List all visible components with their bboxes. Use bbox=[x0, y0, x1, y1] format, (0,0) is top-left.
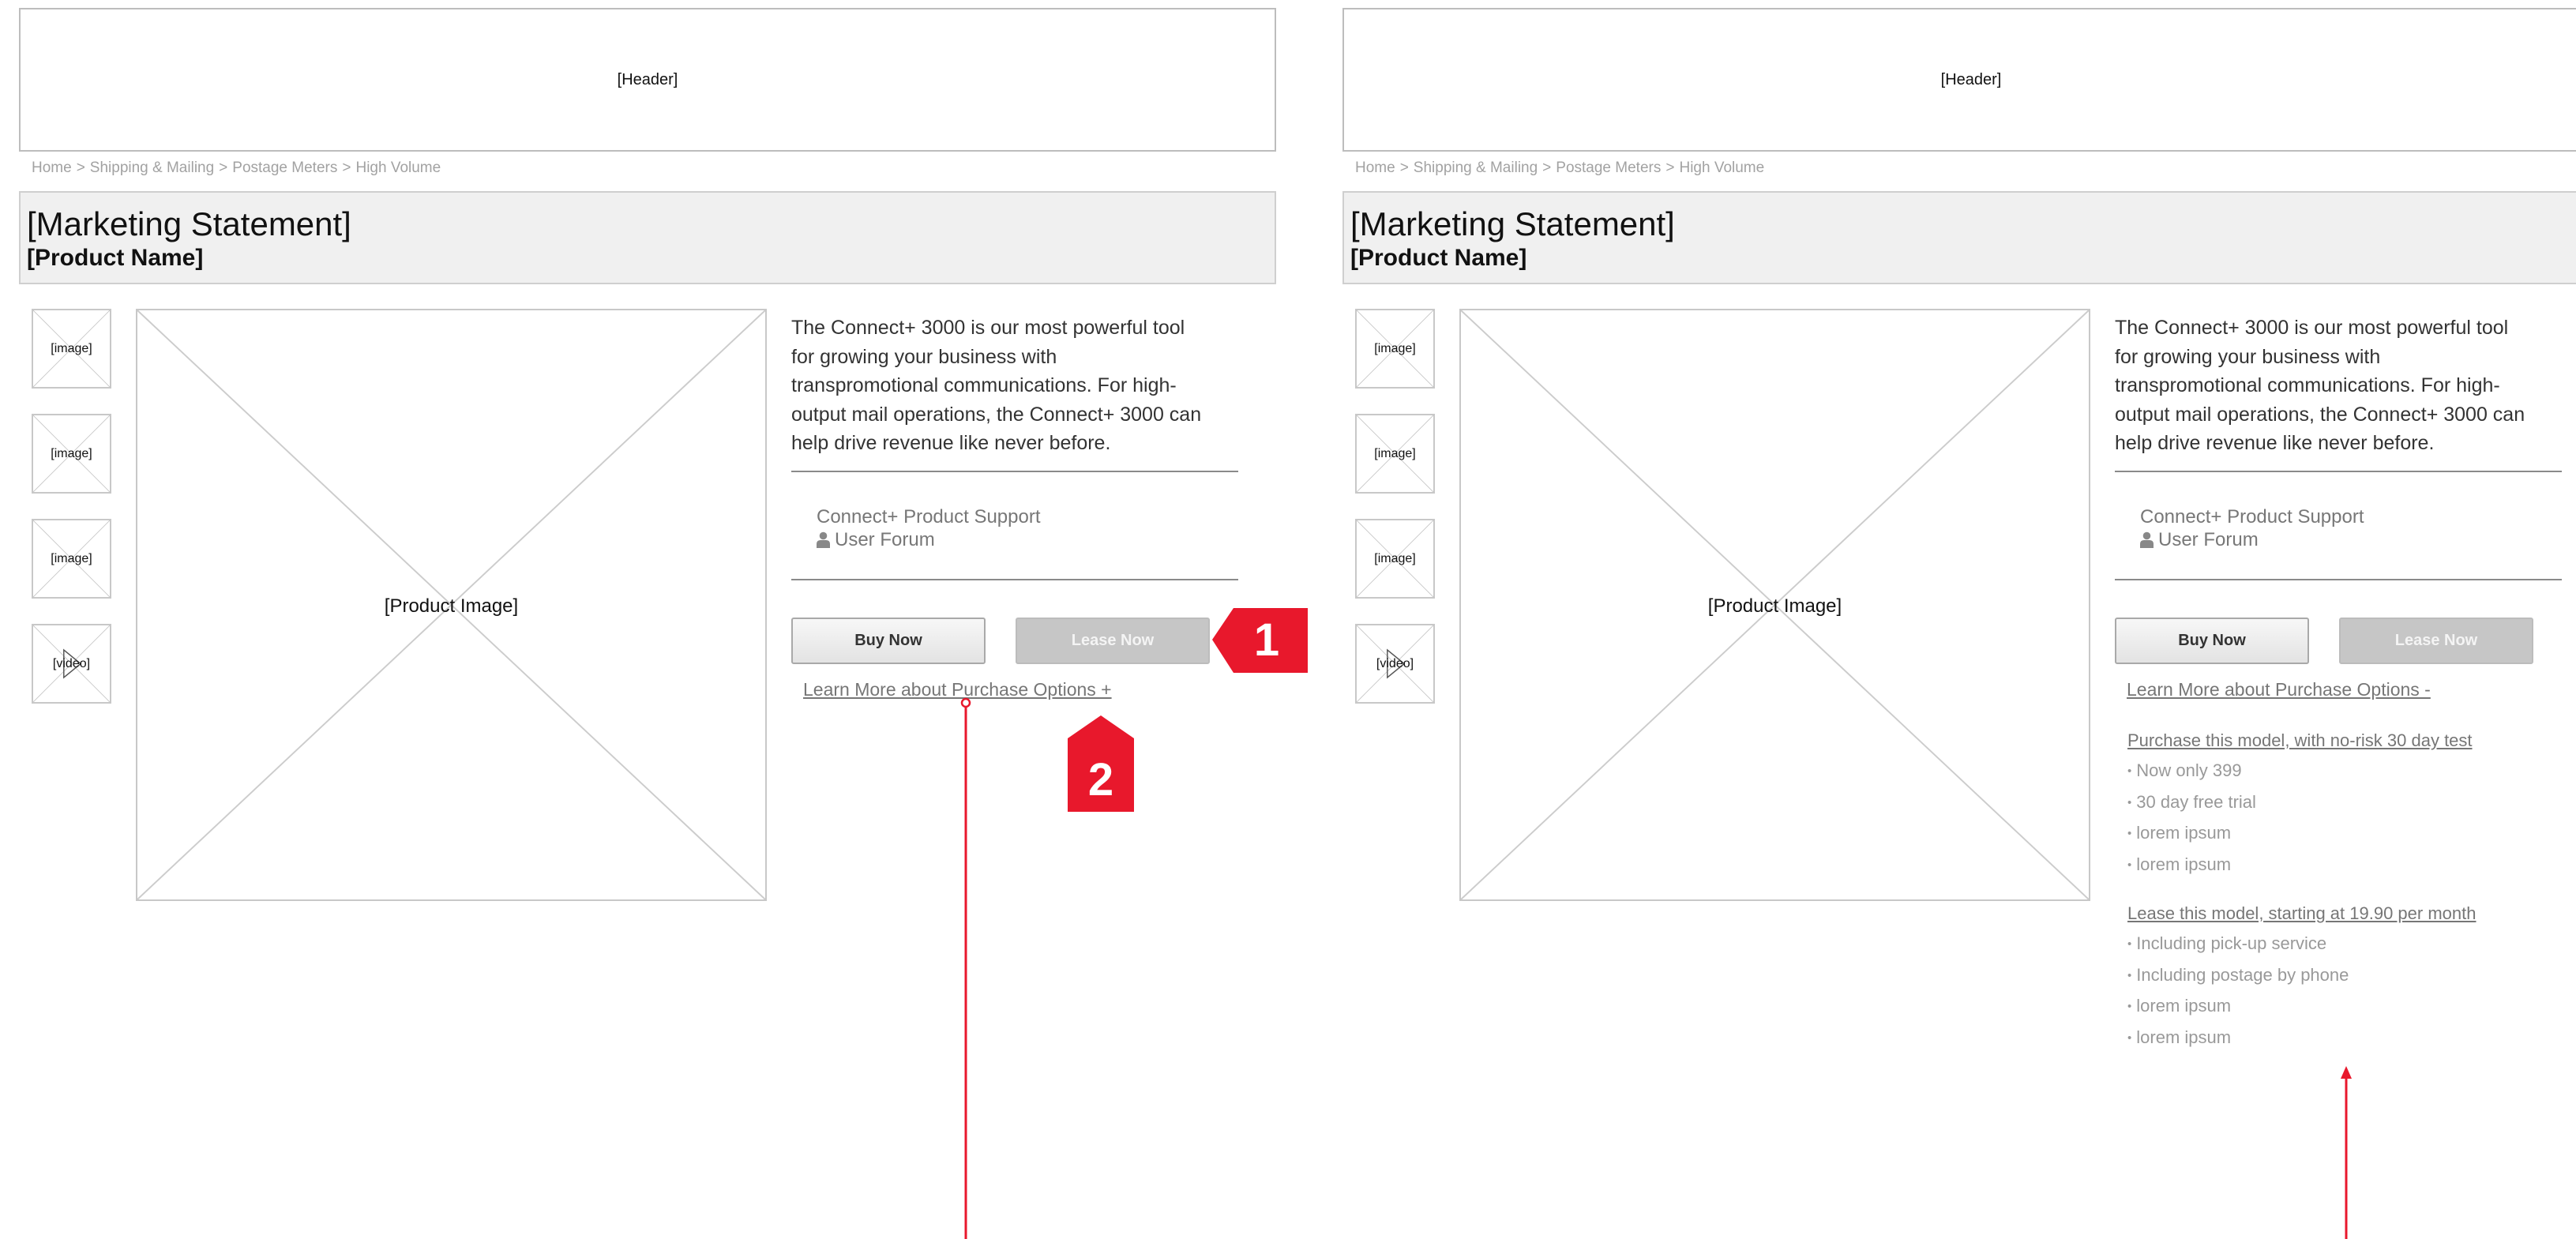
product-image: [Product Image] bbox=[1459, 309, 2090, 901]
thumbnail-label: [image] bbox=[51, 447, 92, 460]
breadcrumb-postage-meters[interactable]: Postage Meters bbox=[1556, 160, 1661, 176]
thumbnail-label: [image] bbox=[1374, 342, 1416, 355]
breadcrumb: Home > Shipping & Mailing > Postage Meters > H… bbox=[1355, 160, 1764, 177]
thumbnail-image[interactable]: [image] bbox=[32, 414, 111, 494]
thumbnail-image[interactable]: [image] bbox=[32, 519, 111, 599]
divider bbox=[791, 579, 1238, 580]
list-item: Now only 399 bbox=[2127, 757, 2256, 788]
divider bbox=[791, 471, 1238, 472]
divider bbox=[2115, 471, 2562, 472]
product-image-label: [Product Image] bbox=[384, 595, 519, 617]
list-item: lorem ipsum bbox=[2127, 992, 2349, 1023]
page-header: [Header] bbox=[19, 8, 1276, 152]
wireframe-right: [Header] Home > Shipping & Mailing > Postage… bbox=[1324, 0, 2576, 1239]
breadcrumb-separator: > bbox=[76, 160, 85, 176]
breadcrumb-home[interactable]: Home bbox=[1355, 160, 1395, 176]
list-item: lorem ipsum bbox=[2127, 1023, 2349, 1055]
breadcrumb-home[interactable]: Home bbox=[32, 160, 72, 176]
wireframe-left: [Header] Home > Shipping & Mailing > Postage… bbox=[0, 0, 1295, 1239]
learn-more-purchase-options-link[interactable]: Learn More about Purchase Options - bbox=[2127, 679, 2431, 700]
thumbnail-label: [video] bbox=[52, 657, 91, 670]
thumbnail-label: [image] bbox=[51, 552, 92, 565]
breadcrumb-postage-meters[interactable]: Postage Meters bbox=[232, 160, 337, 176]
lease-now-button[interactable]: Lease Now bbox=[1016, 618, 1210, 664]
lease-features-list: Including pick-up service Including post… bbox=[2127, 929, 2349, 1054]
thumbnail-label: [video] bbox=[1376, 657, 1414, 670]
product-image-label: [Product Image] bbox=[1707, 595, 1842, 617]
learn-more-purchase-options-link[interactable]: Learn More about Purchase Options + bbox=[803, 679, 1112, 700]
list-item: lorem ipsum bbox=[2127, 850, 2256, 882]
list-item: 30 day free trial bbox=[2127, 788, 2256, 820]
list-item: lorem ipsum bbox=[2127, 819, 2256, 850]
product-support-link[interactable]: Connect+ Product Support bbox=[817, 505, 1041, 528]
breadcrumb-separator: > bbox=[342, 160, 351, 176]
page-header: [Header] bbox=[1342, 8, 2576, 152]
product-name: [Product Name] bbox=[1350, 245, 1527, 271]
buy-now-button[interactable]: Buy Now bbox=[2115, 618, 2309, 664]
marketing-statement: [Marketing Statement] bbox=[27, 205, 351, 242]
thumbnail-label: [image] bbox=[1374, 447, 1416, 460]
thumbnail-image[interactable]: [image] bbox=[1355, 519, 1435, 599]
thumbnail-label: [image] bbox=[1374, 552, 1416, 565]
support-links: Connect+ Product Support User Forum bbox=[817, 505, 1041, 551]
breadcrumb-separator: > bbox=[219, 160, 228, 176]
breadcrumb-separator: > bbox=[1665, 160, 1675, 176]
breadcrumb-high-volume[interactable]: High Volume bbox=[1679, 160, 1764, 176]
list-item: Including postage by phone bbox=[2127, 961, 2349, 993]
header-label: [Header] bbox=[1940, 70, 2002, 88]
divider bbox=[2115, 579, 2562, 580]
user-icon bbox=[817, 531, 830, 548]
breadcrumb-separator: > bbox=[1542, 160, 1552, 176]
thumbnail-video[interactable]: [video] bbox=[1355, 624, 1435, 704]
breadcrumb-high-volume[interactable]: High Volume bbox=[355, 160, 441, 176]
purchase-model-link[interactable]: Purchase this model, with no-risk 30 day… bbox=[2127, 730, 2473, 751]
product-support-link[interactable]: Connect+ Product Support bbox=[2140, 505, 2364, 528]
buy-now-button[interactable]: Buy Now bbox=[791, 618, 986, 664]
user-forum-link[interactable]: User Forum bbox=[2158, 528, 2259, 551]
breadcrumb: Home > Shipping & Mailing > Postage Meters > H… bbox=[32, 160, 441, 177]
header-label: [Header] bbox=[617, 70, 678, 88]
list-item: Including pick-up service bbox=[2127, 929, 2349, 961]
thumbnail-video[interactable]: [video] bbox=[32, 624, 111, 704]
lease-now-button[interactable]: Lease Now bbox=[2339, 618, 2533, 664]
purchase-features-list: Now only 399 30 day free trial lorem ips… bbox=[2127, 757, 2256, 881]
marketing-banner: [Marketing Statement] [Product Name] bbox=[19, 191, 1276, 284]
user-forum-link[interactable]: User Forum bbox=[835, 528, 935, 551]
breadcrumb-shipping[interactable]: Shipping & Mailing bbox=[90, 160, 214, 176]
thumbnail-image[interactable]: [image] bbox=[1355, 414, 1435, 494]
product-image: [Product Image] bbox=[136, 309, 767, 901]
breadcrumb-shipping[interactable]: Shipping & Mailing bbox=[1414, 160, 1538, 176]
thumbnail-label: [image] bbox=[51, 342, 92, 355]
product-description: The Connect+ 3000 is our most powerful t… bbox=[791, 317, 1202, 454]
lease-model-link[interactable]: Lease this model, starting at 19.90 per … bbox=[2127, 903, 2476, 924]
support-links: Connect+ Product Support User Forum bbox=[2140, 505, 2364, 551]
product-name: [Product Name] bbox=[27, 245, 204, 271]
marketing-banner: [Marketing Statement] [Product Name] bbox=[1342, 191, 2576, 284]
breadcrumb-separator: > bbox=[1399, 160, 1409, 176]
marketing-statement: [Marketing Statement] bbox=[1350, 205, 1675, 242]
thumbnail-image[interactable]: [image] bbox=[1355, 309, 1435, 389]
thumbnail-image[interactable]: [image] bbox=[32, 309, 111, 389]
user-icon bbox=[2140, 531, 2154, 548]
product-description: The Connect+ 3000 is our most powerful t… bbox=[2115, 317, 2525, 454]
